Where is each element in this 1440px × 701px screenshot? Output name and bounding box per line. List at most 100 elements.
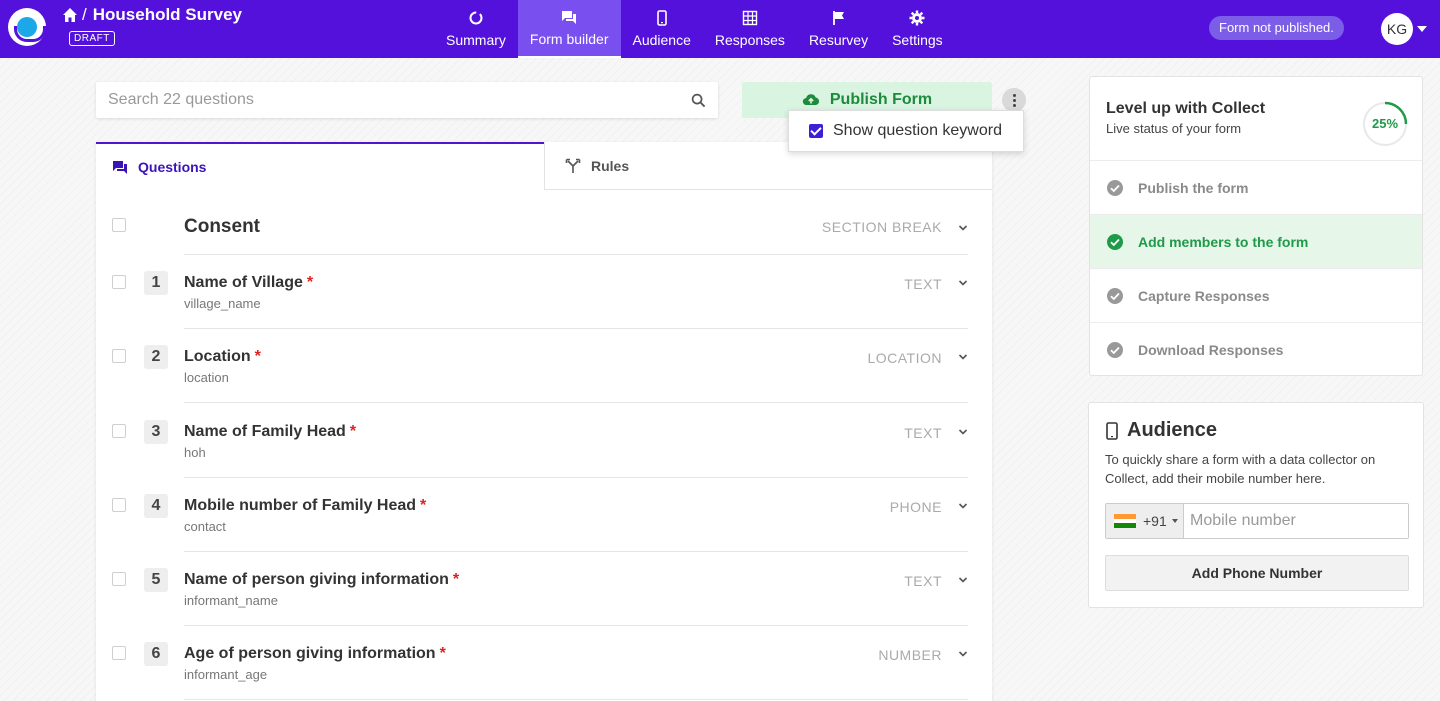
question-row[interactable]: 3 Name of Family Head * hoh TEXT <box>96 403 992 478</box>
chevron-down-icon[interactable] <box>958 278 968 288</box>
required-marker: * <box>452 571 460 588</box>
required-marker: * <box>420 497 427 514</box>
question-row[interactable]: 5 Name of person giving information * inf… <box>96 552 992 626</box>
cloud-upload-icon <box>802 94 819 106</box>
section-title: Consent <box>184 216 260 237</box>
chevron-down-icon[interactable] <box>958 575 968 585</box>
country-code-select[interactable]: +91 <box>1106 504 1184 538</box>
form-title[interactable]: Household Survey <box>93 5 242 25</box>
nav-resurvey[interactable]: Resurvey <box>797 0 880 58</box>
nav-audience[interactable]: Audience <box>621 0 703 58</box>
step-label: Publish the form <box>1138 179 1249 196</box>
user-avatar[interactable]: KG <box>1381 13 1413 45</box>
question-number: 3 <box>144 420 168 444</box>
question-keyword: contact <box>184 519 226 534</box>
step-add-members[interactable]: Add members to the form <box>1090 214 1422 268</box>
question-search <box>96 82 718 118</box>
chevron-down-icon[interactable] <box>958 649 968 659</box>
audience-card: Audience To quickly share a form with a … <box>1088 402 1424 608</box>
question-number: 2 <box>144 345 168 369</box>
step-download-responses[interactable]: Download Responses <box>1090 322 1422 376</box>
nav-summary[interactable]: Summary <box>434 0 518 58</box>
check-circle-icon <box>1107 341 1123 358</box>
question-keyword: informant_age <box>184 667 268 682</box>
row-checkbox[interactable] <box>112 349 126 363</box>
audience-title: Audience <box>1127 419 1218 441</box>
check-circle-icon <box>1107 287 1123 304</box>
nav-settings[interactable]: Settings <box>880 0 955 58</box>
show-keyword-checkbox[interactable] <box>809 124 823 138</box>
chevron-down-icon <box>1171 519 1178 523</box>
question-row[interactable]: 2 Location * location LOCATION <box>96 329 992 403</box>
audience-description: To quickly share a form with a data coll… <box>1105 452 1376 486</box>
question-row[interactable]: 1 Name of Village * village_name TEXT <box>96 255 992 329</box>
step-label: Capture Responses <box>1138 287 1270 304</box>
question-type: LOCATION <box>867 350 942 366</box>
question-title: Age of person giving information * <box>184 645 446 662</box>
question-type: TEXT <box>904 276 942 292</box>
tab-questions[interactable]: Questions <box>96 142 544 190</box>
breadcrumb-separator: / <box>82 5 87 24</box>
section-break-row[interactable]: Consent SECTION BREAK <box>96 190 992 255</box>
rules-icon <box>565 158 581 173</box>
nav-responses[interactable]: Responses <box>703 0 797 58</box>
summary-icon <box>469 11 483 25</box>
grid-icon <box>742 10 758 26</box>
question-type: TEXT <box>904 573 942 589</box>
row-checkbox[interactable] <box>112 646 126 660</box>
nav-responses-label: Responses <box>714 32 785 48</box>
question-keyword: location <box>184 370 229 385</box>
row-checkbox[interactable] <box>112 498 126 512</box>
row-checkbox[interactable] <box>112 275 126 289</box>
mobile-icon <box>1106 421 1118 440</box>
chevron-down-icon[interactable] <box>1417 26 1427 32</box>
question-type: NUMBER <box>878 647 942 663</box>
level-up-title: Level up with Collect <box>1106 100 1266 117</box>
question-title: Name of Family Head * <box>184 423 357 440</box>
step-capture-responses[interactable]: Capture Responses <box>1090 268 1422 322</box>
nav-summary-label: Summary <box>446 32 506 48</box>
required-marker: * <box>439 645 446 662</box>
question-title: Name of person giving information * <box>184 571 460 588</box>
question-type: PHONE <box>889 499 942 515</box>
india-flag-icon <box>1114 514 1136 529</box>
more-options-icon[interactable] <box>1002 88 1026 112</box>
row-checkbox[interactable] <box>112 572 126 586</box>
home-icon[interactable] <box>62 7 78 23</box>
search-input[interactable] <box>96 82 656 118</box>
questions-icon <box>113 161 127 174</box>
main-nav: Summary Form builder Audience Responses … <box>434 0 955 58</box>
flag-icon <box>832 11 844 25</box>
question-keyword: informant_name <box>184 593 278 608</box>
audience-heading: Audience <box>1105 419 1217 442</box>
chevron-down-icon[interactable] <box>958 501 968 511</box>
form-builder-card: Questions Rules Consent SECTION BREAK 1 … <box>96 142 992 701</box>
nav-resurvey-label: Resurvey <box>808 32 869 48</box>
gear-icon <box>909 10 925 26</box>
draft-badge: DRAFT <box>69 31 115 46</box>
nav-form-builder-label: Form builder <box>529 31 609 47</box>
level-up-subtitle: Live status of your form <box>1106 121 1242 136</box>
required-marker: * <box>349 423 357 440</box>
add-phone-number-button[interactable]: Add Phone Number <box>1105 555 1409 591</box>
nav-form-builder[interactable]: Form builder <box>517 0 621 58</box>
chevron-down-icon[interactable] <box>958 352 968 362</box>
chevron-down-icon[interactable] <box>958 223 968 233</box>
question-title: Location * <box>184 348 261 365</box>
form-title-area: / Household Survey DRAFT <box>62 5 242 46</box>
step-label: Download Responses <box>1138 341 1284 358</box>
mobile-number-input[interactable] <box>1184 504 1408 538</box>
chevron-down-icon[interactable] <box>958 427 968 437</box>
question-number: 5 <box>144 568 168 592</box>
step-publish-form[interactable]: Publish the form <box>1090 160 1422 214</box>
app-logo[interactable] <box>8 8 46 46</box>
question-title: Name of Village * <box>184 274 314 291</box>
question-row[interactable]: 4 Mobile number of Family Head * contact … <box>96 478 992 552</box>
row-checkbox[interactable] <box>112 424 126 438</box>
row-checkbox[interactable] <box>112 218 126 232</box>
step-label: Add members to the form <box>1138 233 1309 250</box>
question-row[interactable]: 6 Age of person giving information * info… <box>96 626 992 700</box>
show-keyword-label[interactable]: Show question keyword <box>833 122 1002 140</box>
tab-rules-label: Rules <box>591 157 630 174</box>
search-icon[interactable] <box>691 93 706 108</box>
